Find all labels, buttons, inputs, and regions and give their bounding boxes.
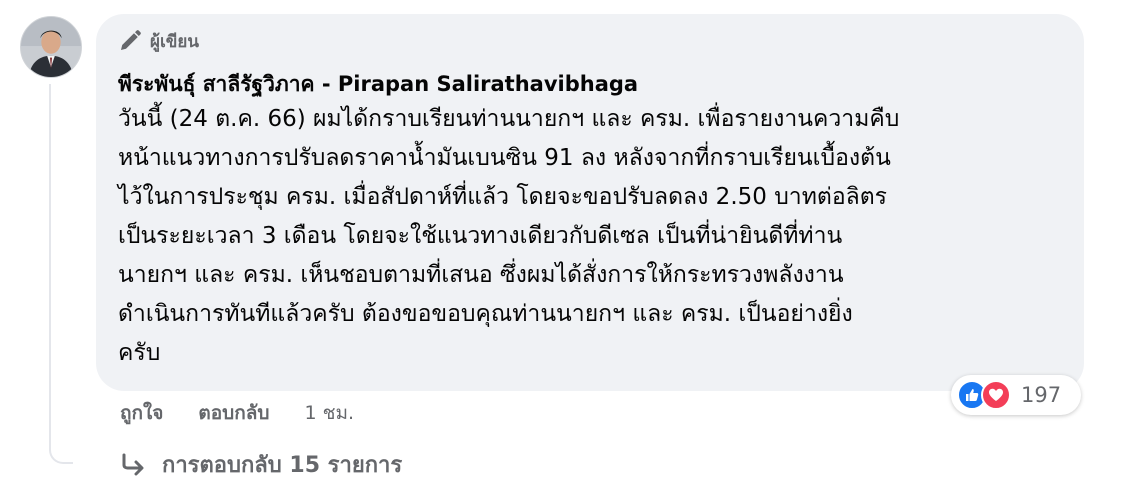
comment-text: วันนี้ (24 ต.ค. 66) ผมได้กราบเรียนท่านนา…: [118, 100, 1068, 373]
reaction-summary[interactable]: 197: [951, 375, 1081, 415]
comment-timestamp[interactable]: 1 ชม.: [304, 398, 354, 428]
like-button[interactable]: ถูกใจ: [120, 398, 163, 428]
view-replies-button[interactable]: การตอบกลับ 15 รายการ: [120, 448, 402, 480]
author-badge-label: ผู้เขียน: [150, 31, 199, 52]
reply-button[interactable]: ตอบกลับ: [198, 398, 269, 428]
comment-bubble: ผู้เขียน พีระพันธุ์ สาลีรัฐวิภาค - Pirap…: [96, 14, 1084, 391]
profile-photo: [21, 17, 81, 77]
thread-connector-line: [49, 84, 73, 464]
comment-line: ไว้ในการประชุม ครม. เมื่อสัปดาห์ที่แล้ว …: [118, 184, 888, 210]
reply-arrow-icon: [122, 453, 144, 476]
comment-line: หน้าแนวทางการปรับลดราคาน้ำมันเบนซิน 91 ล…: [118, 145, 891, 171]
comment-author-name[interactable]: พีระพันธุ์ สาลีรัฐวิภาค - Pirapan Salira…: [118, 70, 1062, 98]
comment-line: ครับ: [118, 340, 161, 366]
author-badge: ผู้เขียน: [118, 28, 1062, 54]
pencil-icon: [121, 30, 141, 50]
comment-actions: ถูกใจ ตอบกลับ 1 ชม.: [120, 398, 354, 428]
love-icon: [981, 380, 1011, 410]
comment-thread: ผู้เขียน พีระพันธุ์ สาลีรัฐวิภาค - Pirap…: [0, 0, 1145, 490]
comment-line: ดำเนินการทันทีแล้วครับ ต้องขอขอบคุณท่านน…: [118, 301, 853, 327]
avatar[interactable]: [20, 16, 82, 78]
reaction-count: 197: [1021, 383, 1062, 407]
comment-line: วันนี้ (24 ต.ค. 66) ผมได้กราบเรียนท่านนา…: [118, 106, 900, 132]
view-replies-label: การตอบกลับ 15 รายการ: [162, 452, 403, 478]
comment-line: เป็นระยะเวลา 3 เดือน โดยจะใช้แนวทางเดียว…: [118, 223, 843, 249]
comment-line: นายกฯ และ ครม. เห็นชอบตามที่เสนอ ซึ่งผมไ…: [118, 262, 844, 288]
